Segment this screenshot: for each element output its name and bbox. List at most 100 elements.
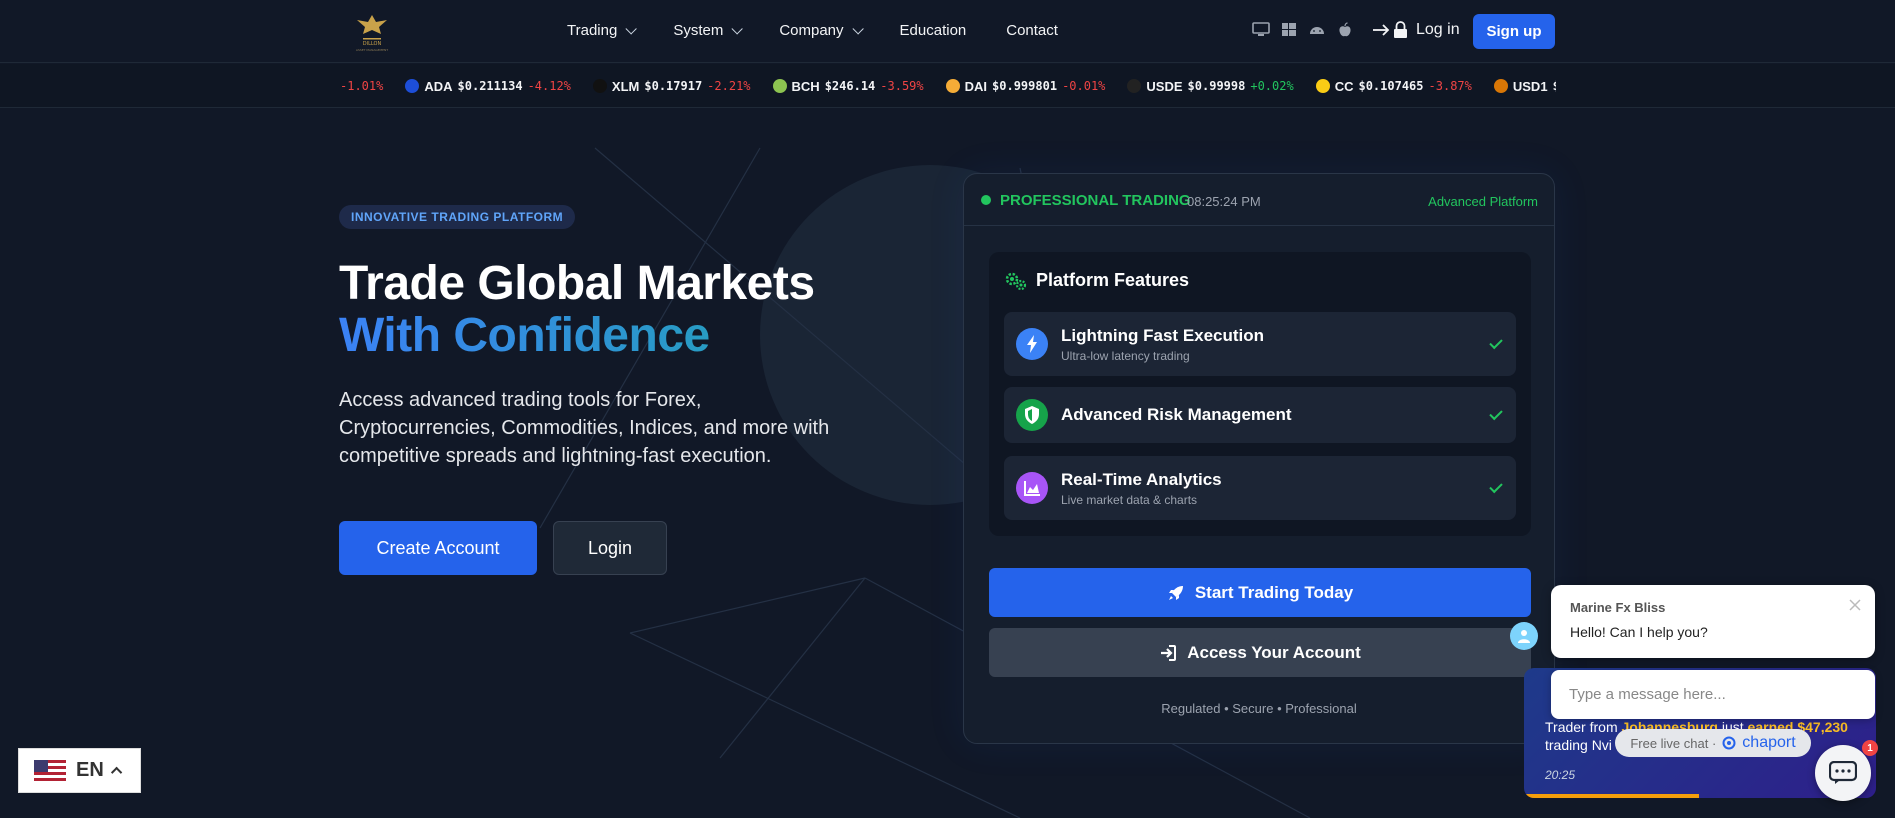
ticker-change: +0.02% (1250, 79, 1294, 93)
ticker-change: -2.21% (707, 79, 751, 93)
gears-icon (1005, 272, 1027, 290)
hero-title: Trade Global Markets With Confidence (339, 258, 815, 362)
ticker-symbol: BCH (791, 78, 820, 94)
signup-button[interactable]: Sign up (1473, 14, 1555, 49)
card-footer: Regulated • Secure • Professional (1161, 701, 1357, 716)
login-link[interactable]: Log in (1372, 21, 1460, 39)
hero-description: Access advanced trading tools for Forex,… (339, 389, 830, 467)
chevron-down-icon (851, 22, 864, 35)
login-button[interactable]: Login (553, 521, 667, 575)
sign-in-icon (1161, 644, 1177, 661)
ticker-change: -3.59% (880, 79, 924, 93)
login-arrow-lock-icon (1373, 21, 1407, 38)
chat-icon (1829, 761, 1857, 784)
coin-icon (592, 79, 607, 93)
ticker-symbol: USD1 (1512, 78, 1548, 94)
ticker-item: CC $0.107465 -3.87% (1315, 78, 1472, 94)
top-header: DILLON ASSET MANAGEMENT Trading System C… (0, 0, 1895, 63)
nav-item-trading[interactable]: Trading (567, 22, 638, 39)
coin-icon (772, 79, 787, 93)
ticker-price: $0. (1553, 79, 1556, 93)
ticker-item: USD1 $0. (1493, 78, 1556, 94)
chat-agent-name: Marine Fx Bliss (1570, 600, 1666, 615)
notification-progress (1524, 794, 1699, 798)
ticker-price: $0.211134 (457, 79, 523, 93)
feature-icon-bg (1016, 472, 1048, 504)
status-dot (981, 195, 991, 205)
ticker-change: -3.87% (1428, 79, 1472, 93)
ticker-price: $0.17917 (644, 79, 703, 93)
desktop-icon[interactable] (1252, 22, 1270, 38)
user-icon (1518, 630, 1530, 643)
coin-icon (1493, 79, 1508, 93)
apple-icon[interactable] (1336, 22, 1354, 38)
chat-message-input[interactable] (1551, 670, 1875, 719)
ticker-change: -0.01% (1062, 79, 1106, 93)
brand-logo[interactable]: DILLON ASSET MANAGEMENT (347, 12, 397, 52)
hero-title-line1: Trade Global Markets (339, 257, 815, 310)
chat-greeting-bubble[interactable]: Marine Fx Bliss Hello! Can I help you? (1551, 585, 1875, 658)
svg-text:ASSET MANAGEMENT: ASSET MANAGEMENT (356, 48, 388, 52)
feature-icon-bg (1016, 399, 1048, 431)
features-panel: Platform Features Lightning Fast Executi… (989, 252, 1531, 536)
chat-powered-by[interactable]: Free live chat · chaport (1615, 729, 1811, 757)
ticker-item: -1.01% (340, 79, 383, 93)
ticker-price: $0.99998 (1187, 79, 1246, 93)
hero-title-line2: With Confidence (339, 310, 815, 362)
check-icon (1489, 479, 1503, 494)
ticker-symbol: ADA (424, 78, 453, 94)
feature-item-execution: Lightning Fast Execution Ultra-low laten… (1004, 312, 1516, 376)
nav-item-contact[interactable]: Contact (1006, 22, 1058, 39)
ticker-change: -4.12% (527, 79, 571, 93)
nav-item-education[interactable]: Education (900, 22, 967, 39)
nav-item-company[interactable]: Company (779, 22, 864, 39)
rocket-icon (1168, 585, 1183, 600)
chart-area-icon (1016, 472, 1048, 504)
unread-badge: 1 (1862, 740, 1878, 756)
coin-icon (1127, 79, 1142, 93)
ticker-item: DAI $0.999801 -0.01% (945, 78, 1106, 94)
windows-icon[interactable] (1280, 22, 1298, 38)
platform-card: PROFESSIONAL TRADING 08:25:24 PM Advance… (963, 173, 1555, 744)
feature-icon-bg (1016, 328, 1048, 360)
ticker-price: $0.107465 (1358, 79, 1424, 93)
us-flag-icon (34, 759, 66, 782)
card-header: PROFESSIONAL TRADING 08:25:24 PM Advance… (964, 174, 1554, 226)
ticker-symbol: DAI (964, 78, 988, 94)
create-account-button[interactable]: Create Account (339, 521, 537, 575)
chevron-down-icon (731, 22, 744, 35)
start-trading-button[interactable]: Start Trading Today (989, 568, 1531, 617)
live-clock: 08:25:24 PM (1187, 194, 1261, 209)
chat-message: Hello! Can I help you? (1570, 624, 1708, 640)
lightning-icon (1016, 328, 1048, 360)
access-account-button[interactable]: Access Your Account (989, 628, 1531, 677)
status-label: PROFESSIONAL TRADING (1000, 192, 1191, 209)
close-icon[interactable] (1847, 597, 1863, 613)
check-icon (1489, 335, 1503, 350)
ticker-item: BCH $246.14 -3.59% (772, 78, 924, 94)
ticker-price: $246.14 (824, 79, 876, 93)
chat-launcher-button[interactable] (1815, 745, 1871, 801)
shield-icon (1016, 399, 1048, 431)
ticker-item: ADA $0.211134 -4.12% (405, 79, 571, 94)
agent-avatar (1510, 622, 1538, 650)
coin-icon (405, 79, 420, 93)
feature-item-risk: Advanced Risk Management (1004, 387, 1516, 443)
nav-item-system[interactable]: System (673, 22, 744, 39)
platform-label: Advanced Platform (1428, 194, 1538, 209)
price-ticker: -1.01% ADA $0.211134 -4.12% XLM $0.17917 -2.21… (0, 64, 1895, 108)
ticker-track: -1.01% ADA $0.211134 -4.12% XLM $0.17917 -2.21… (340, 64, 1556, 107)
ticker-item: XLM $0.17917 -2.21% (592, 79, 751, 94)
ticker-symbol: USDE (1146, 78, 1183, 94)
language-selector[interactable]: EN (18, 748, 141, 793)
ticker-price: $0.999801 (992, 79, 1058, 93)
ticker-change: -1.01% (340, 79, 384, 93)
chevron-up-icon (110, 766, 123, 778)
android-icon[interactable] (1308, 22, 1326, 38)
hero-badge: INNOVATIVE TRADING PLATFORM (339, 205, 576, 229)
ticker-symbol: CC (1334, 78, 1354, 94)
coin-icon (945, 79, 960, 93)
main-nav: Trading System Company Education Contact (567, 22, 1098, 39)
check-icon (1489, 406, 1503, 421)
chevron-down-icon (625, 22, 638, 35)
